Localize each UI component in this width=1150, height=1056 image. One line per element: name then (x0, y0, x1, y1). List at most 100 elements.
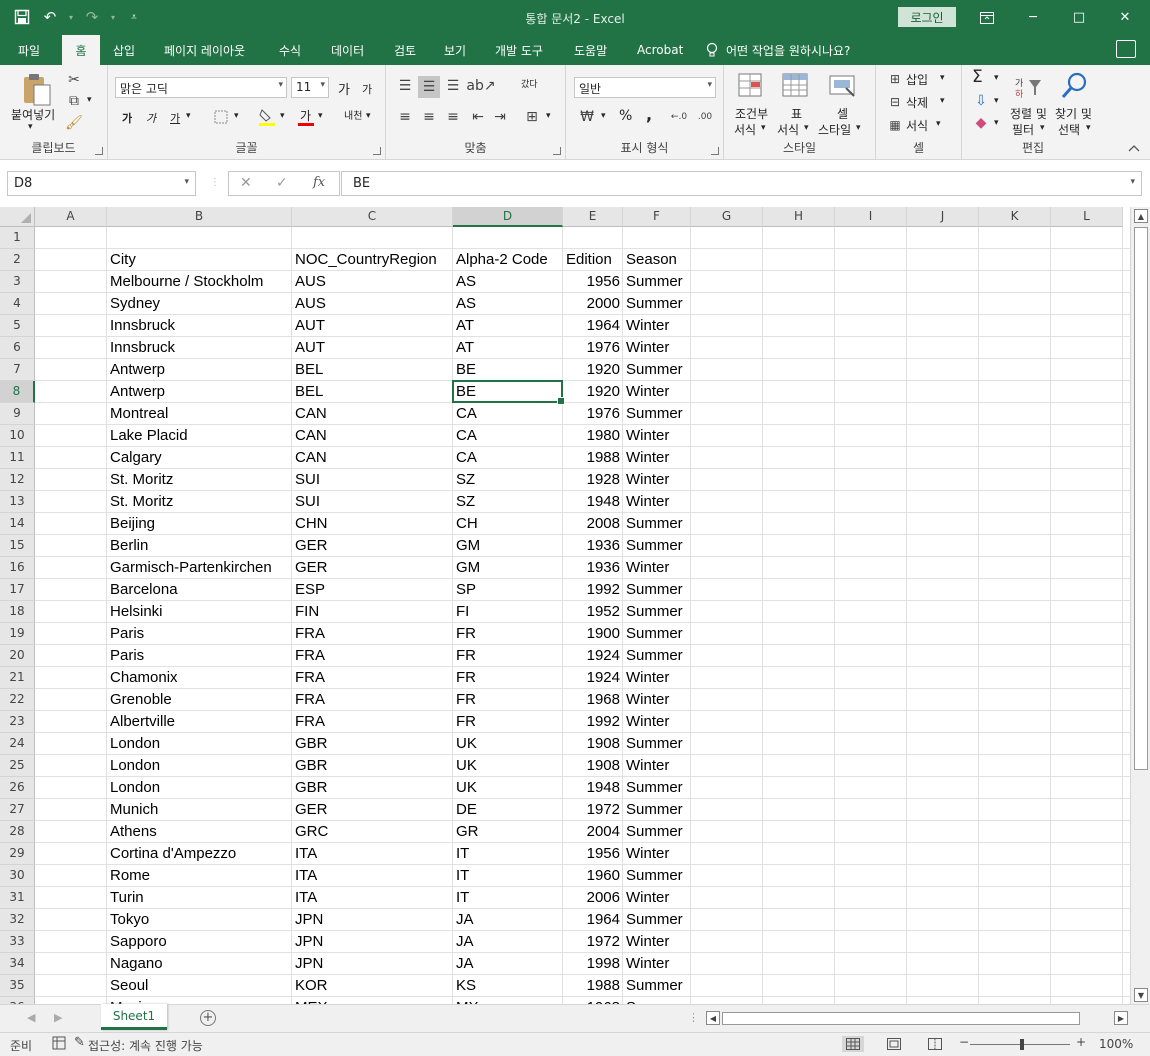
horizontal-scrollbar[interactable]: ◀ ▶ (706, 1011, 1130, 1027)
cell-alpha2[interactable]: FR (453, 711, 563, 733)
grow-font-button[interactable]: 가 (338, 79, 350, 98)
collapse-ribbon-icon[interactable] (1128, 141, 1140, 155)
decrease-decimal-icon[interactable]: .00 (694, 108, 716, 126)
cell-season[interactable]: Summer (623, 975, 691, 997)
cell-edition[interactable]: 1936 (563, 535, 623, 557)
merge-center-icon[interactable]: ⊞ (522, 108, 542, 126)
cell-season[interactable]: Winter (623, 931, 691, 953)
enter-icon[interactable]: ✓ (276, 175, 288, 191)
cell-edition[interactable]: 2006 (563, 887, 623, 909)
tab-insert[interactable]: 삽입 (103, 35, 145, 65)
row-header-11[interactable]: 11 (0, 447, 35, 469)
cell-season[interactable]: Summer (623, 403, 691, 425)
cell-city[interactable]: Melbourne / Stockholm (107, 271, 292, 293)
ribbon-display-icon[interactable] (964, 0, 1010, 35)
cell-noc[interactable]: AUT (292, 337, 453, 359)
format-cells-icon[interactable]: ▦ (886, 117, 904, 133)
row-header-8[interactable]: 8 (0, 381, 35, 403)
cell-city[interactable]: Antwerp (107, 359, 292, 381)
cell-noc[interactable]: ITA (292, 843, 453, 865)
cell-season[interactable]: Summer (623, 513, 691, 535)
clear-icon[interactable]: ◆ (972, 115, 990, 131)
row-header-21[interactable]: 21 (0, 667, 35, 689)
find-select-line1[interactable]: 찾기 및 (1055, 105, 1092, 122)
tab-data[interactable]: 데이터 (321, 35, 374, 65)
accessibility-icon[interactable]: ✎ (74, 1035, 85, 1050)
tab-split-grip[interactable]: ⋮ (688, 1011, 699, 1024)
cell-alpha2[interactable]: GM (453, 535, 563, 557)
cell-alpha2[interactable]: CA (453, 425, 563, 447)
row-header-32[interactable]: 32 (0, 909, 35, 931)
cell-noc[interactable]: ESP (292, 579, 453, 601)
conditional-formatting-line2[interactable]: 서식 (734, 121, 756, 138)
cell-alpha2[interactable]: JA (453, 909, 563, 931)
cell-season[interactable]: Winter (623, 557, 691, 579)
cell-edition[interactable]: 1956 (563, 271, 623, 293)
cell-season[interactable]: Summer (623, 997, 691, 1004)
autosum-button[interactable]: Σ (972, 67, 983, 87)
cell-noc[interactable]: GBR (292, 733, 453, 755)
cell-alpha2[interactable]: FR (453, 623, 563, 645)
row-header-9[interactable]: 9 (0, 403, 35, 425)
conditional-formatting-icon[interactable] (736, 71, 768, 101)
cell-season[interactable]: Winter (623, 711, 691, 733)
cell-city[interactable]: London (107, 755, 292, 777)
cell-season[interactable]: Summer (623, 733, 691, 755)
zoom-in-button[interactable]: + (1076, 1035, 1086, 1049)
bold-button[interactable]: 가 (122, 110, 132, 126)
cell-noc[interactable]: JPN (292, 953, 453, 975)
cell-city[interactable]: Sydney (107, 293, 292, 315)
cell-alpha2[interactable]: IT (453, 887, 563, 909)
vertical-scroll-thumb[interactable] (1134, 227, 1148, 770)
cell-alpha2[interactable]: FR (453, 689, 563, 711)
column-header-d[interactable]: D (453, 207, 563, 227)
cell-city[interactable]: Innsbruck (107, 315, 292, 337)
chevron-down-icon[interactable]: ▾ (936, 119, 941, 129)
font-color-button[interactable]: 가 (300, 107, 311, 124)
row-header-35[interactable]: 35 (0, 975, 35, 997)
cell-noc[interactable]: CAN (292, 447, 453, 469)
select-all-corner[interactable] (0, 207, 35, 227)
row-header-33[interactable]: 33 (0, 931, 35, 953)
dialog-launcher-icon[interactable] (95, 147, 103, 155)
shrink-font-button[interactable]: 가 (362, 81, 372, 97)
cell-noc[interactable]: BEL (292, 381, 453, 403)
prev-sheet-icon[interactable]: ◀ (27, 1011, 35, 1024)
column-header-k[interactable]: K (979, 207, 1051, 227)
column-header-j[interactable]: J (907, 207, 979, 227)
cell-season[interactable]: Winter (623, 447, 691, 469)
cell-alpha2[interactable]: MX (453, 997, 563, 1004)
chevron-down-icon[interactable]: ▾ (940, 73, 945, 83)
paste-button[interactable]: 붙여넣기 (11, 106, 55, 123)
cell-alpha2[interactable]: SP (453, 579, 563, 601)
chevron-down-icon[interactable]: ▾ (280, 111, 285, 121)
cell-season[interactable]: Winter (623, 469, 691, 491)
cell-alpha2[interactable]: IT (453, 843, 563, 865)
tab-developer[interactable]: 개발 도구 (485, 35, 553, 65)
cell-season[interactable]: Winter (623, 425, 691, 447)
row-header-25[interactable]: 25 (0, 755, 35, 777)
tab-help[interactable]: 도움말 (564, 35, 617, 65)
cell-season[interactable]: Winter (623, 755, 691, 777)
tab-formulas[interactable]: 수식 (269, 35, 311, 65)
column-header-c[interactable]: C (292, 207, 453, 227)
cell-city[interactable]: Turin (107, 887, 292, 909)
cell-alpha2[interactable]: UK (453, 755, 563, 777)
cell-edition[interactable]: 1964 (563, 909, 623, 931)
cell-noc[interactable]: GRC (292, 821, 453, 843)
cell-styles-line2[interactable]: 스타일 (818, 121, 851, 138)
cell-city[interactable]: Helsinki (107, 601, 292, 623)
cell-edition[interactable]: 1976 (563, 337, 623, 359)
percent-button[interactable]: % (619, 108, 632, 124)
cell-season[interactable]: Winter (623, 337, 691, 359)
column-header-g[interactable]: G (691, 207, 763, 227)
chevron-down-icon[interactable]: ▾ (994, 96, 999, 106)
tab-file[interactable]: 파일 (8, 35, 50, 65)
cell-city[interactable]: Chamonix (107, 667, 292, 689)
row-header-7[interactable]: 7 (0, 359, 35, 381)
format-cells-button[interactable]: 서식 (906, 117, 928, 134)
column-header-i[interactable]: I (835, 207, 907, 227)
horizontal-scroll-thumb[interactable] (722, 1012, 1080, 1025)
chevron-down-icon[interactable]: ▾ (186, 111, 191, 121)
cell-edition[interactable]: 1924 (563, 667, 623, 689)
